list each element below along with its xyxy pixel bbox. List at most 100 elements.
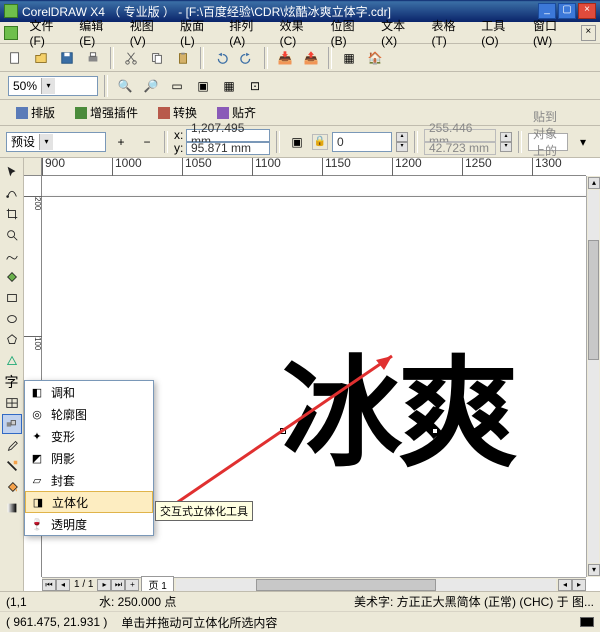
page-next-button[interactable]: ▸ bbox=[97, 579, 111, 591]
plugin-enhance[interactable]: 增强插件 bbox=[69, 102, 144, 123]
flyout-extrude[interactable]: ◨立体化 bbox=[25, 491, 153, 513]
menu-bar: 文件(F) 编辑(E) 视图(V) 版面(L) 排列(A) 效果(C) 位图(B… bbox=[0, 22, 600, 44]
toolbox: 字 bbox=[0, 158, 24, 591]
page-add-button[interactable]: + bbox=[125, 579, 139, 591]
new-button[interactable] bbox=[4, 47, 26, 69]
zoom-out-button[interactable]: 🔎 bbox=[140, 75, 162, 97]
outline-tool[interactable] bbox=[2, 456, 22, 476]
zoom-fit-button[interactable]: ▭ bbox=[166, 75, 188, 97]
redo-button[interactable] bbox=[236, 47, 258, 69]
page-tab-1[interactable]: 页 1 bbox=[141, 576, 173, 591]
flyout-transparency[interactable]: 🍷透明度 bbox=[25, 513, 153, 535]
menu-window[interactable]: 窗口(W) bbox=[529, 15, 579, 50]
cursor-xy-1: (1,1 bbox=[6, 595, 91, 609]
eyedropper-tool[interactable] bbox=[2, 435, 22, 455]
flyout-contour[interactable]: ◎轮廓图 bbox=[25, 403, 153, 425]
fill-swatch-icon bbox=[580, 617, 594, 627]
artwork-text[interactable]: 冰爽 bbox=[282, 316, 514, 490]
zoom-tool[interactable] bbox=[2, 225, 22, 245]
tool-hint: 水: 250.000 点 bbox=[99, 593, 176, 610]
preset-add[interactable]: + bbox=[110, 131, 132, 153]
menu-effects[interactable]: 效果(C) bbox=[276, 15, 323, 50]
shape-tool[interactable] bbox=[2, 183, 22, 203]
text-tool[interactable]: 字 bbox=[2, 372, 22, 392]
cut-button[interactable] bbox=[120, 47, 142, 69]
menu-tools[interactable]: 工具(O) bbox=[477, 15, 525, 50]
menu-layout[interactable]: 版面(L) bbox=[176, 15, 221, 50]
preset-combo-2[interactable]: 预设▾ bbox=[6, 132, 106, 152]
selection-handle[interactable] bbox=[432, 428, 438, 434]
menu-text[interactable]: 文本(X) bbox=[377, 15, 423, 50]
save-button[interactable] bbox=[56, 47, 78, 69]
flyout-envelope[interactable]: ▱封套 bbox=[25, 469, 153, 491]
zoom-in-button[interactable]: 🔍 bbox=[114, 75, 136, 97]
undo-button[interactable] bbox=[210, 47, 232, 69]
page-last-button[interactable]: ⏭ bbox=[111, 579, 125, 591]
flyout-distort[interactable]: ✦变形 bbox=[25, 425, 153, 447]
zoom-combo[interactable]: 50% ▾ bbox=[8, 76, 98, 96]
zoom-page-button[interactable]: ▣ bbox=[192, 75, 214, 97]
page-first-button[interactable]: ⏮ bbox=[42, 579, 56, 591]
lock-icon[interactable]: 🔒 bbox=[312, 134, 328, 150]
x-pos[interactable]: 1,207.495 mm bbox=[186, 129, 270, 142]
cursor-xy-2: ( 961.475, 21.931 ) bbox=[6, 615, 107, 629]
copy-button[interactable] bbox=[146, 47, 168, 69]
vanish-point-field[interactable]: 贴到对象上的灭点 bbox=[528, 133, 568, 151]
scroll-left-button[interactable]: ◂ bbox=[558, 579, 572, 591]
ruler-corner[interactable] bbox=[24, 158, 42, 176]
smart-fill-tool[interactable] bbox=[2, 267, 22, 287]
selection-handle[interactable] bbox=[280, 428, 286, 434]
wh-spinner[interactable]: ▴▾ bbox=[500, 132, 512, 152]
flyout-blend[interactable]: ◧调和 bbox=[25, 381, 153, 403]
pick-tool[interactable] bbox=[2, 162, 22, 182]
export-button[interactable]: 📤 bbox=[300, 47, 322, 69]
horizontal-ruler[interactable]: 900 1000 1050 1100 1150 1200 1250 1300 bbox=[42, 158, 586, 176]
app-launcher-button[interactable]: ▦ bbox=[338, 47, 360, 69]
preset-del[interactable]: − bbox=[136, 131, 158, 153]
import-button[interactable]: 📥 bbox=[274, 47, 296, 69]
menu-bitmap[interactable]: 位图(B) bbox=[327, 15, 373, 50]
depth-field[interactable]: 0 bbox=[332, 132, 392, 152]
fill-indicator bbox=[580, 617, 594, 627]
close-button[interactable]: × bbox=[578, 3, 596, 19]
menu-arrange[interactable]: 排列(A) bbox=[225, 15, 271, 50]
freehand-tool[interactable] bbox=[2, 246, 22, 266]
paste-button[interactable] bbox=[172, 47, 194, 69]
y-pos[interactable]: 95.871 mm bbox=[186, 142, 270, 155]
chevron-down-icon: ▾ bbox=[41, 78, 55, 94]
interactive-fill-tool[interactable] bbox=[2, 498, 22, 518]
extrude-type-button[interactable]: ▣ bbox=[286, 131, 308, 153]
w-field: 255.446 mm bbox=[424, 129, 496, 142]
ellipse-tool[interactable] bbox=[2, 309, 22, 329]
print-button[interactable] bbox=[82, 47, 104, 69]
zoom-all-button[interactable]: ⊡ bbox=[244, 75, 266, 97]
crop-tool[interactable] bbox=[2, 204, 22, 224]
plugin-transform[interactable]: 转换 bbox=[152, 102, 203, 123]
scroll-right-button[interactable]: ▸ bbox=[572, 579, 586, 591]
doc-close-button[interactable]: × bbox=[581, 25, 596, 41]
transparency-icon: 🍷 bbox=[29, 516, 45, 532]
open-button[interactable] bbox=[30, 47, 52, 69]
rectangle-tool[interactable] bbox=[2, 288, 22, 308]
horizontal-scrollbar[interactable] bbox=[176, 579, 556, 591]
basic-shapes-tool[interactable] bbox=[2, 351, 22, 371]
depth-spinner[interactable]: ▴▾ bbox=[396, 132, 408, 152]
fill-tool[interactable] bbox=[2, 477, 22, 497]
page-prev-button[interactable]: ◂ bbox=[56, 579, 70, 591]
polygon-tool[interactable] bbox=[2, 330, 22, 350]
welcome-button[interactable]: 🏠 bbox=[364, 47, 386, 69]
menu-edit[interactable]: 编辑(E) bbox=[75, 15, 121, 50]
menu-file[interactable]: 文件(F) bbox=[26, 15, 72, 50]
zoom-selection-button[interactable]: ▦ bbox=[218, 75, 240, 97]
menu-table[interactable]: 表格(T) bbox=[427, 15, 473, 50]
plugin-toolbar: 排版 增强插件 转换 贴齐 bbox=[0, 100, 600, 126]
table-tool[interactable] bbox=[2, 393, 22, 413]
plugin-layout[interactable]: 排版 bbox=[10, 102, 61, 123]
flyout-shadow[interactable]: ◩阴影 bbox=[25, 447, 153, 469]
interactive-tool[interactable] bbox=[2, 414, 22, 434]
status-bar: (1,1 水: 250.000 点 美术字: 方正正大黑简体 (正常) (CHC… bbox=[0, 591, 600, 631]
vertical-scrollbar[interactable]: ▴ ▾ bbox=[586, 176, 600, 577]
menu-view[interactable]: 视图(V) bbox=[126, 15, 172, 50]
vanish-dropdown[interactable]: ▾ bbox=[572, 131, 594, 153]
plugin-snap[interactable]: 贴齐 bbox=[211, 102, 262, 123]
